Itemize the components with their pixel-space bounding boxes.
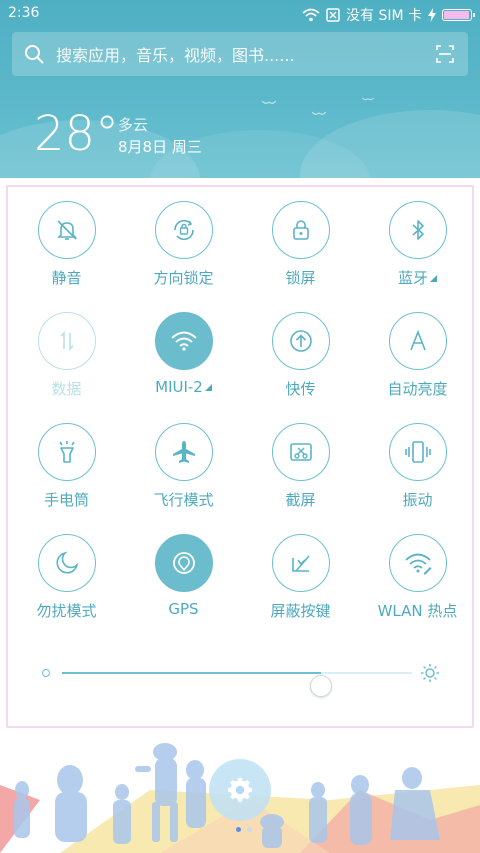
toggle-label: 方向锁定 — [153, 269, 214, 287]
quick-settings-panel: 静音 方向锁定 锁屏 蓝牙 数据 MIUI-2 快传 自动亮度 手电筒 飞行模式… — [6, 185, 474, 728]
header-weather-area: 2:36 没有 SIM 卡 搜索应用，音乐，视频，图书...... 28° 多云… — [0, 0, 480, 178]
no-sim-icon — [326, 8, 340, 22]
toggle-rotation-lock[interactable]: 方向锁定 — [125, 187, 242, 298]
more-indicator-icon — [430, 275, 437, 282]
toggle-block-keys[interactable]: 屏蔽按键 — [242, 520, 359, 631]
toggle-silent[interactable]: 静音 — [8, 187, 125, 298]
brightness-low-icon — [42, 669, 50, 677]
search-bar[interactable]: 搜索应用，音乐，视频，图书...... — [12, 32, 468, 76]
toggle-label: 自动亮度 — [387, 380, 448, 398]
toggle-label: 快传 — [285, 380, 316, 398]
toggle-label: 飞行模式 — [153, 491, 214, 509]
toggle-label: 手电筒 — [43, 491, 89, 509]
toggle-label: 振动 — [402, 491, 433, 509]
toggle-label: 蓝牙 — [398, 267, 437, 288]
toggle-vibrate[interactable]: 振动 — [359, 409, 476, 520]
rotation-lock-icon[interactable] — [154, 201, 213, 259]
toggle-label: 截屏 — [285, 491, 316, 509]
toggle-label: MIUI-2 — [155, 378, 212, 396]
status-indicators: 没有 SIM 卡 — [302, 5, 475, 25]
screenshot-icon[interactable] — [271, 423, 330, 481]
toggle-label: 勿扰模式 — [36, 602, 97, 620]
toggle-airplane-mode[interactable]: 飞行模式 — [125, 409, 242, 520]
status-bar: 2:36 没有 SIM 卡 — [0, 0, 480, 28]
bird-icon — [362, 97, 374, 101]
weather-temperature: 28° — [34, 106, 120, 162]
toggle-label: 锁屏 — [285, 269, 316, 287]
mobile-data-icon[interactable] — [37, 312, 96, 370]
lock-icon[interactable] — [271, 201, 330, 259]
block-keys-icon[interactable] — [271, 534, 330, 592]
toggle-wifi[interactable]: MIUI-2 — [125, 298, 242, 409]
search-placeholder[interactable]: 搜索应用，音乐，视频，图书...... — [56, 42, 436, 66]
bird-icon — [262, 100, 276, 104]
weather-date: 8月8日 周三 — [118, 138, 202, 156]
gear-icon — [228, 777, 252, 802]
bell-off-icon[interactable] — [37, 201, 96, 259]
wifi-icon[interactable] — [154, 312, 213, 370]
brightness-slider[interactable] — [42, 659, 442, 697]
brightness-fill — [62, 672, 321, 674]
toggle-label: 屏蔽按键 — [270, 602, 331, 620]
search-icon — [25, 45, 44, 64]
toggle-label: WLAN 热点 — [377, 602, 458, 620]
brightness-track[interactable] — [62, 672, 412, 697]
wallpaper-scene — [0, 730, 480, 853]
hotspot-icon[interactable] — [388, 534, 447, 592]
airplane-icon[interactable] — [154, 423, 213, 481]
auto-brightness-icon[interactable] — [388, 312, 447, 370]
fast-transfer-icon[interactable] — [271, 312, 330, 370]
moon-icon[interactable] — [37, 534, 96, 592]
toggle-mobile-data[interactable]: 数据 — [8, 298, 125, 409]
toggle-screenshot[interactable]: 截屏 — [242, 409, 359, 520]
carrier-text: 没有 SIM 卡 — [346, 8, 422, 24]
bird-icon — [312, 111, 326, 115]
toggle-gps[interactable]: GPS — [125, 520, 242, 631]
charging-icon — [428, 8, 436, 22]
settings-button[interactable] — [209, 759, 271, 821]
toggle-lock-screen[interactable]: 锁屏 — [242, 187, 359, 298]
battery-level — [444, 11, 469, 19]
page-indicator — [236, 827, 252, 832]
toggle-wlan-hotspot[interactable]: WLAN 热点 — [359, 520, 476, 631]
toggle-fast-transfer[interactable]: 快传 — [242, 298, 359, 409]
toggle-auto-brightness[interactable]: 自动亮度 — [359, 298, 476, 409]
toggle-bluetooth[interactable]: 蓝牙 — [359, 187, 476, 298]
bluetooth-icon[interactable] — [388, 201, 447, 259]
toggle-do-not-disturb[interactable]: 勿扰模式 — [8, 520, 125, 631]
battery-icon — [442, 9, 475, 21]
toggle-label: 静音 — [51, 269, 82, 287]
page-dot-active — [236, 827, 241, 832]
toggle-label: GPS — [168, 600, 199, 618]
toggle-label: 数据 — [51, 380, 82, 398]
weather-condition: 多云 — [118, 116, 149, 134]
more-indicator-icon — [204, 384, 212, 391]
brightness-thumb[interactable] — [310, 675, 332, 697]
status-time: 2:36 — [8, 5, 40, 21]
toggle-flashlight[interactable]: 手电筒 — [8, 409, 125, 520]
flashlight-icon[interactable] — [37, 423, 96, 481]
brightness-high-icon — [421, 664, 439, 682]
scan-icon[interactable] — [436, 45, 454, 63]
vibrate-icon[interactable] — [388, 423, 447, 481]
page-dot — [247, 827, 252, 832]
wifi-signal-icon — [302, 8, 320, 22]
gps-icon[interactable] — [154, 534, 213, 592]
